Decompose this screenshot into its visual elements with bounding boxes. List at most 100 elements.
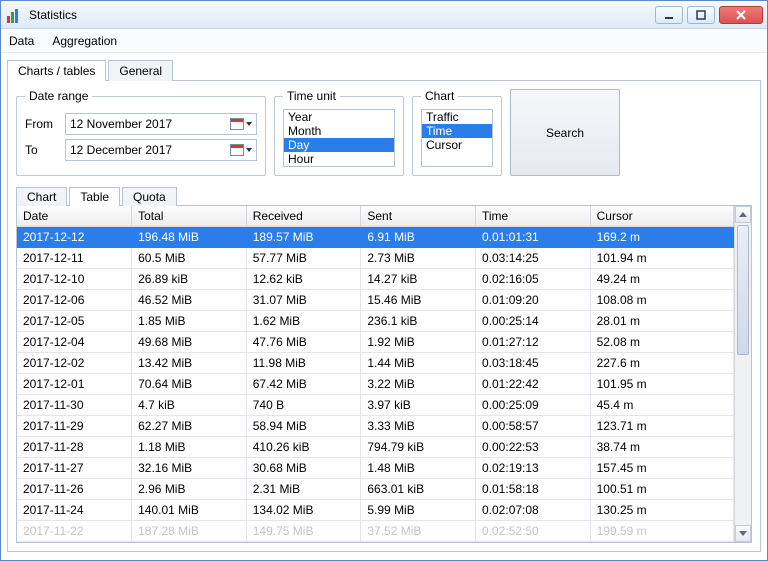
scroll-thumb[interactable] xyxy=(737,225,749,355)
to-date-picker[interactable]: 12 December 2017 xyxy=(65,139,257,161)
table-cell: 794.79 kiB xyxy=(361,437,476,458)
column-header[interactable]: Received xyxy=(246,206,361,227)
table-row[interactable]: 2017-11-22187.28 MiB149.75 MiB37.52 MiB0… xyxy=(17,521,734,542)
table-cell: 101.94 m xyxy=(590,248,733,269)
table-cell: 0.01:09:20 xyxy=(476,290,591,311)
table-row[interactable]: 2017-12-12196.48 MiB189.57 MiB6.91 MiB0.… xyxy=(17,227,734,248)
table-row[interactable]: 2017-11-24140.01 MiB134.02 MiB5.99 MiB0.… xyxy=(17,500,734,521)
table-cell: 31.07 MiB xyxy=(246,290,361,311)
table-row[interactable]: 2017-11-2962.27 MiB58.94 MiB3.33 MiB0.00… xyxy=(17,416,734,437)
table-cell: 100.51 m xyxy=(590,479,733,500)
menu-aggregation[interactable]: Aggregation xyxy=(52,34,117,48)
data-table: DateTotalReceivedSentTimeCursor 2017-12-… xyxy=(17,206,734,542)
close-button[interactable] xyxy=(719,6,763,24)
from-date-picker[interactable]: 12 November 2017 xyxy=(65,113,257,135)
chart-select-group: Chart TrafficTimeCursor xyxy=(412,89,502,176)
maximize-button[interactable] xyxy=(687,6,715,24)
scroll-up-button[interactable] xyxy=(735,206,751,223)
table-cell: 2.31 MiB xyxy=(246,479,361,500)
table-cell: 0.02:07:08 xyxy=(476,500,591,521)
table-cell: 169.2 m xyxy=(590,227,733,248)
table-cell: 49.24 m xyxy=(590,269,733,290)
minimize-button[interactable] xyxy=(655,6,683,24)
table-cell: 130.25 m xyxy=(590,500,733,521)
table-cell: 2017-12-01 xyxy=(17,374,132,395)
table-cell: 0.01:22:42 xyxy=(476,374,591,395)
list-item[interactable]: Cursor xyxy=(422,138,492,152)
table-cell: 2017-12-10 xyxy=(17,269,132,290)
table-row[interactable]: 2017-12-1026.89 kiB12.62 kiB14.27 kiB0.0… xyxy=(17,269,734,290)
table-row[interactable]: 2017-12-0213.42 MiB11.98 MiB1.44 MiB0.03… xyxy=(17,353,734,374)
column-header[interactable]: Cursor xyxy=(590,206,733,227)
table-cell: 1.48 MiB xyxy=(361,458,476,479)
column-header[interactable]: Total xyxy=(132,206,247,227)
table-cell: 2017-11-30 xyxy=(17,395,132,416)
list-item[interactable]: Traffic xyxy=(422,110,492,124)
search-button[interactable]: Search xyxy=(510,89,620,176)
table-cell: 3.33 MiB xyxy=(361,416,476,437)
table-cell: 0.00:58:57 xyxy=(476,416,591,437)
vertical-scrollbar[interactable] xyxy=(734,206,751,542)
list-item[interactable]: Hour xyxy=(284,152,394,166)
scroll-down-button[interactable] xyxy=(735,525,751,542)
to-date-value: 12 December 2017 xyxy=(70,143,172,157)
outer-tabs: Charts / tables General xyxy=(7,59,761,80)
table-cell: 236.1 kiB xyxy=(361,311,476,332)
table-row[interactable]: 2017-11-281.18 MiB410.26 kiB794.79 kiB0.… xyxy=(17,437,734,458)
table-cell: 47.76 MiB xyxy=(246,332,361,353)
column-header[interactable]: Time xyxy=(476,206,591,227)
table-cell: 60.5 MiB xyxy=(132,248,247,269)
table-row[interactable]: 2017-11-262.96 MiB2.31 MiB663.01 kiB0.01… xyxy=(17,479,734,500)
tab-quota[interactable]: Quota xyxy=(122,187,177,206)
table-row[interactable]: 2017-12-0170.64 MiB67.42 MiB3.22 MiB0.01… xyxy=(17,374,734,395)
menu-data[interactable]: Data xyxy=(9,34,34,48)
column-header[interactable]: Date xyxy=(17,206,132,227)
table-cell: 196.48 MiB xyxy=(132,227,247,248)
chevron-down-icon xyxy=(246,148,252,152)
table-cell: 149.75 MiB xyxy=(246,521,361,542)
table-cell: 0.02:19:13 xyxy=(476,458,591,479)
table-cell: 58.94 MiB xyxy=(246,416,361,437)
table-row[interactable]: 2017-12-0646.52 MiB31.07 MiB15.46 MiB0.0… xyxy=(17,290,734,311)
table-cell: 0.01:01:31 xyxy=(476,227,591,248)
table-cell: 3.22 MiB xyxy=(361,374,476,395)
table-cell: 70.64 MiB xyxy=(132,374,247,395)
list-item[interactable]: Month xyxy=(284,124,394,138)
table-cell: 32.16 MiB xyxy=(132,458,247,479)
table-row[interactable]: 2017-11-304.7 kiB740 B3.97 kiB0.00:25:09… xyxy=(17,395,734,416)
table-cell: 663.01 kiB xyxy=(361,479,476,500)
table-cell: 0.00:22:53 xyxy=(476,437,591,458)
table-cell: 157.45 m xyxy=(590,458,733,479)
table-row[interactable]: 2017-12-051.85 MiB1.62 MiB236.1 kiB0.00:… xyxy=(17,311,734,332)
table-cell: 2017-11-28 xyxy=(17,437,132,458)
table-cell: 123.71 m xyxy=(590,416,733,437)
app-icon xyxy=(7,7,23,23)
table-cell: 11.98 MiB xyxy=(246,353,361,374)
table-cell: 2017-12-05 xyxy=(17,311,132,332)
tab-general[interactable]: General xyxy=(108,60,173,81)
tab-chart[interactable]: Chart xyxy=(16,187,67,206)
table-cell: 30.68 MiB xyxy=(246,458,361,479)
table-cell: 67.42 MiB xyxy=(246,374,361,395)
list-item[interactable]: Year xyxy=(284,110,394,124)
table-cell: 26.89 kiB xyxy=(132,269,247,290)
table-row[interactable]: 2017-12-0449.68 MiB47.76 MiB1.92 MiB0.01… xyxy=(17,332,734,353)
tab-charts-tables[interactable]: Charts / tables xyxy=(7,60,106,81)
inner-tabs: Chart Table Quota xyxy=(16,186,752,205)
list-item[interactable]: Time xyxy=(422,124,492,138)
column-header[interactable]: Sent xyxy=(361,206,476,227)
list-item[interactable]: Day xyxy=(284,138,394,152)
table-row[interactable]: 2017-12-1160.5 MiB57.77 MiB2.73 MiB0.03:… xyxy=(17,248,734,269)
chart-listbox[interactable]: TrafficTimeCursor xyxy=(421,109,493,167)
table-cell: 187.28 MiB xyxy=(132,521,247,542)
window-title: Statistics xyxy=(29,8,77,22)
time-unit-listbox[interactable]: YearMonthDayHour xyxy=(283,109,395,167)
table-cell: 0.01:58:18 xyxy=(476,479,591,500)
table-cell: 57.77 MiB xyxy=(246,248,361,269)
table-row[interactable]: 2017-11-2732.16 MiB30.68 MiB1.48 MiB0.02… xyxy=(17,458,734,479)
table-cell: 6.91 MiB xyxy=(361,227,476,248)
to-label: To xyxy=(25,143,57,157)
table-cell: 0.02:16:05 xyxy=(476,269,591,290)
table-cell: 13.42 MiB xyxy=(132,353,247,374)
tab-table[interactable]: Table xyxy=(69,187,120,206)
